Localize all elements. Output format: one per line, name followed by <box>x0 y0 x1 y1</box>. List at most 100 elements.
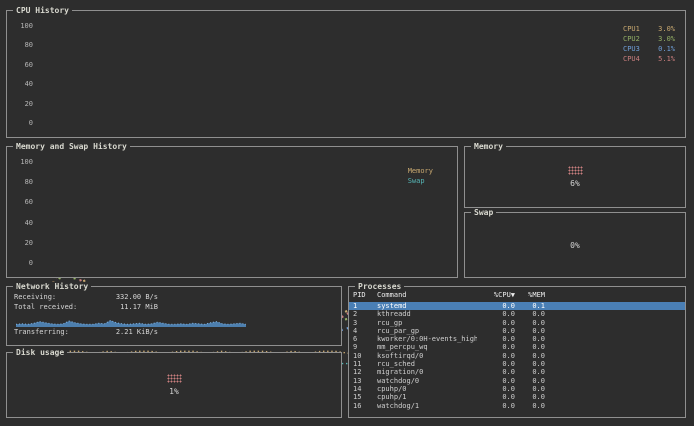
process-row[interactable]: 12migration/00.00.0 <box>349 368 685 376</box>
y-axis-tick: 0 <box>29 260 33 267</box>
process-cell: 14 <box>353 385 377 393</box>
cpu1-legend-value: 3.0% <box>658 25 675 33</box>
process-row[interactable]: 11rcu_sched0.00.0 <box>349 360 685 368</box>
y-axis-tick: 80 <box>25 42 33 49</box>
process-cell: 0.0 <box>515 310 545 318</box>
process-row[interactable]: 9mm_percpu_wq0.00.0 <box>349 343 685 351</box>
cpu2-legend-value: 3.0% <box>658 35 675 43</box>
process-cell: 0.0 <box>515 368 545 376</box>
process-cell: 0.0 <box>477 310 515 318</box>
process-cell: 16 <box>353 402 377 410</box>
process-cell: 15 <box>353 393 377 401</box>
process-cell: 0.0 <box>477 393 515 401</box>
disk-usage-icon <box>167 374 182 383</box>
process-cell: 0.0 <box>515 402 545 410</box>
receiving-value: 332.00 B/s <box>96 293 158 302</box>
process-cell: 0.0 <box>477 368 515 376</box>
process-cell: rcu_gp <box>377 319 477 327</box>
total-received-label: Total received: <box>14 303 96 312</box>
memory-usage-value: 6% <box>570 179 580 188</box>
y-axis-tick: 80 <box>25 179 33 186</box>
disk-usage-title: Disk usage <box>13 348 67 357</box>
y-axis-tick: 20 <box>25 101 33 108</box>
cpu-legend-item: CPU3 0.1% <box>623 45 675 53</box>
receiving-label: Receiving: <box>14 293 96 302</box>
cpu3-legend-label: CPU3 <box>623 45 640 53</box>
memory-legend-label: Memory <box>408 167 433 175</box>
swap-gauge: 0% <box>465 213 685 277</box>
process-cell: 0.0 <box>477 352 515 360</box>
process-cell: ksoftirqd/0 <box>377 352 477 360</box>
process-cell: 0.0 <box>515 352 545 360</box>
y-axis-tick: 100 <box>20 23 33 30</box>
process-cell: 0.0 <box>477 343 515 351</box>
y-axis-tick: 0 <box>29 120 33 127</box>
disk-usage-panel: Disk usage 1% <box>6 352 342 418</box>
swap-legend-label: Swap <box>408 177 433 185</box>
process-row[interactable]: 2kthreadd0.00.0 <box>349 310 685 318</box>
process-cell: 0.1 <box>515 302 545 310</box>
process-row[interactable]: 6kworker/0:0H-events_high0.00.0 <box>349 335 685 343</box>
process-cell: 0.0 <box>477 319 515 327</box>
disk-gauge: 1% <box>7 353 341 417</box>
process-table: 1systemd0.00.12kthreadd0.00.03rcu_gp0.00… <box>349 302 685 410</box>
process-cell: 0.0 <box>515 377 545 385</box>
memory-panel: Memory 6% <box>464 146 686 208</box>
process-cell: 12 <box>353 368 377 376</box>
process-cell: cpuhp/1 <box>377 393 477 401</box>
process-cell: 3 <box>353 319 377 327</box>
process-cell: kworker/0:0H-events_high <box>377 335 477 343</box>
memory-swap-history-title: Memory and Swap History <box>13 142 130 151</box>
process-cell: 0.0 <box>477 335 515 343</box>
process-cell: rcu_par_gp <box>377 327 477 335</box>
cpu-legend-item: CPU1 3.0% <box>623 25 675 33</box>
process-row[interactable]: 16watchdog/10.00.0 <box>349 402 685 410</box>
transferring-label: Transferring: <box>14 328 96 337</box>
process-cell: 0.0 <box>477 385 515 393</box>
process-cell: 13 <box>353 377 377 385</box>
process-row[interactable]: 4rcu_par_gp0.00.0 <box>349 327 685 335</box>
y-axis-tick: 40 <box>25 81 33 88</box>
process-cell: watchdog/0 <box>377 377 477 385</box>
process-cell: 6 <box>353 335 377 343</box>
disk-usage-value: 1% <box>169 387 179 396</box>
process-cell: systemd <box>377 302 477 310</box>
column-header-pid[interactable]: PID <box>353 291 377 300</box>
swap-usage-value: 0% <box>570 241 580 250</box>
process-cell: 1 <box>353 302 377 310</box>
process-row[interactable]: 1systemd0.00.1 <box>349 302 685 310</box>
process-cell: rcu_sched <box>377 360 477 368</box>
process-row[interactable]: 10ksoftirqd/00.00.0 <box>349 352 685 360</box>
process-row[interactable]: 15cpuhp/10.00.0 <box>349 393 685 401</box>
cpu1-legend-label: CPU1 <box>623 25 640 33</box>
process-cell: watchdog/1 <box>377 402 477 410</box>
memory-swap-legend: Memory Swap <box>408 167 433 185</box>
y-axis-tick: 60 <box>25 199 33 206</box>
process-row[interactable]: 14cpuhp/00.00.0 <box>349 385 685 393</box>
process-cell: 2 <box>353 310 377 318</box>
process-cell: kthreadd <box>377 310 477 318</box>
cpu-legend: CPU1 3.0% CPU2 3.0% CPU3 0.1% CPU4 5.1% <box>623 25 675 63</box>
process-row[interactable]: 13watchdog/00.00.0 <box>349 377 685 385</box>
cpu-legend-item: CPU2 3.0% <box>623 35 675 43</box>
column-header-cpu[interactable]: %CPU▼ <box>477 291 515 300</box>
cpu-y-axis: 100806040200 <box>11 23 33 127</box>
cpu-history-title: CPU History <box>13 6 72 15</box>
process-cell: 0.0 <box>515 327 545 335</box>
column-header-mem[interactable]: %MEM <box>515 291 545 300</box>
process-cell: 11 <box>353 360 377 368</box>
cpu3-legend-value: 0.1% <box>658 45 675 53</box>
process-cell: 0.0 <box>515 360 545 368</box>
process-cell: mm_percpu_wq <box>377 343 477 351</box>
process-cell: 0.0 <box>477 327 515 335</box>
cpu-legend-item: CPU4 5.1% <box>623 55 675 63</box>
system-monitor-window: CPU History 100806040200 CPU1 3.0% CPU2 … <box>0 0 694 426</box>
network-total-received-row: Total received: 11.17 MiB <box>7 303 341 312</box>
swap-panel-title: Swap <box>471 208 496 217</box>
network-history-panel: Network History Receiving: 332.00 B/s To… <box>6 286 342 346</box>
y-axis-tick: 20 <box>25 240 33 247</box>
column-header-command[interactable]: Command <box>377 291 477 300</box>
process-cell: 0.0 <box>515 335 545 343</box>
process-row[interactable]: 3rcu_gp0.00.0 <box>349 319 685 327</box>
memory-usage-icon <box>568 166 583 175</box>
